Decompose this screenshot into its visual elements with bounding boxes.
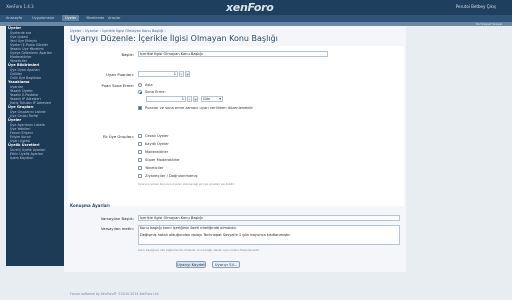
group-checkbox[interactable] <box>138 150 142 154</box>
groups-label: Ek Üye Grupları: <box>103 134 134 139</box>
nav-tabs: Anasayfa Uygulamalar Üyeler Yönetimde Ar… <box>0 15 512 22</box>
conv-text-label: Varsayılan metin: <box>100 226 134 231</box>
expiry-amount-input[interactable]: 1 <box>146 96 186 102</box>
expiry-never-radio[interactable] <box>138 83 142 87</box>
main-content: Üyeler › Uyarılar › İçerikle İlgisi Olma… <box>64 26 406 272</box>
groups-hint: Uyarının süresi boyunca üyenin ekleneceğ… <box>138 182 235 186</box>
points-label: Uyarı Puanları: <box>106 72 134 77</box>
points-decrement-button[interactable]: - <box>179 71 184 77</box>
expiry-unit-select[interactable]: Gün ▾ <box>201 96 223 102</box>
page-title-name: İçerikle İlgisi Olmayan Konu Başlığı <box>138 34 278 43</box>
sidebar-item[interactable]: İşlem Kayıtları <box>6 156 64 160</box>
expiry-increment-button[interactable]: + <box>193 96 198 102</box>
expiry-after-radio[interactable] <box>138 90 142 94</box>
expiry-label: Puan Sona Erme: <box>101 83 134 88</box>
conv-title-label: Varsayılan Başlık: <box>100 216 134 221</box>
conv-text-line-1: Konu başlığı konu içeriğinin özeti nitel… <box>140 226 237 230</box>
conv-text-textarea[interactable]: Konu başlığı konu içeriğinin özeti nitel… <box>138 225 400 245</box>
delete-button[interactable]: Uyarıyı Sil... <box>212 261 240 268</box>
points-input[interactable]: 1 <box>138 71 178 77</box>
xenforo-logo: xenForo <box>226 1 274 14</box>
conv-text-line-2: Değişmiş hatalı olduğundan dolayı Techno… <box>140 233 291 237</box>
page-title: Uyarıyı Düzenle: İçerikle İlgisi Olmayan… <box>70 34 278 43</box>
title-label: Başlık: <box>121 52 135 57</box>
site-name[interactable]: Technopat Sosyal <box>476 22 502 26</box>
tab-applications[interactable]: Uygulamalar <box>32 16 54 20</box>
group-checkbox-label: Yöneticiler <box>145 166 164 170</box>
expiry-edit-label: Puanlar ve sona erme zamanı uyarı verili… <box>145 106 254 110</box>
group-checkbox-label: Ziyaretçiler / Doğrulanmamış <box>145 174 198 178</box>
chevron-down-icon: ▾ <box>219 97 221 101</box>
footer-copyright: Forum software by XenForo® ©2010-2014 Xe… <box>70 292 160 296</box>
sidebar: Üyeler Üyelerde ara Üye Listesi Yeni Üye Ek… <box>6 26 64 266</box>
expiry-unit-value: Gün <box>203 97 211 101</box>
user-links[interactable]: Perutoi Betbey Çıkış <box>456 4 496 9</box>
title-input[interactable]: İçerikle İlgisi Olmayan Konu Başlığı <box>138 51 328 57</box>
conv-text-hint: Konu başlığının özü bağlamında olmalıdır… <box>138 248 260 252</box>
group-checkbox-label: Süper Moderatörler <box>145 158 180 162</box>
tab-tools[interactable]: Araçlar <box>108 16 120 20</box>
page-title-prefix: Uyarıyı Düzenle: <box>70 34 136 43</box>
group-checkbox-label: Cezalı Üyeler <box>145 134 169 138</box>
tab-management[interactable]: Yönetimde <box>86 16 104 20</box>
conv-title-input[interactable]: İçerikle İlgisi Olmayan Konu Başlığı <box>138 215 400 221</box>
breadcrumb[interactable]: Üyeler › Uyarılar › İçerikle İlgisi Olma… <box>70 29 166 33</box>
expiry-decrement-button[interactable]: - <box>187 96 192 102</box>
form-panel: Başlık: İçerikle İlgisi Olmayan Konu Baş… <box>68 46 404 206</box>
group-checkbox[interactable] <box>138 166 142 170</box>
tab-home[interactable]: Anasayfa <box>6 16 22 20</box>
group-checkbox[interactable] <box>138 134 142 138</box>
version-label: XenForo 1.4.3 <box>6 4 34 9</box>
group-checkbox-label: Moderatörler <box>145 150 169 154</box>
group-checkbox[interactable] <box>138 158 142 162</box>
points-increment-button[interactable]: + <box>185 71 190 77</box>
expiry-never-label: Asla <box>145 83 153 87</box>
group-checkbox[interactable] <box>138 142 142 146</box>
group-checkbox[interactable] <box>138 174 142 178</box>
tab-members[interactable]: Üyeler <box>62 15 80 21</box>
expiry-after-label: Sona Erme: <box>145 90 166 94</box>
conversation-section-title: Konuşma Ayarları <box>70 203 110 208</box>
save-button[interactable]: Uyarıyı Kaydet <box>176 261 206 268</box>
top-header: XenForo 1.4.3 xenForo Perutoi Betbey Çık… <box>0 0 512 15</box>
expiry-edit-checkbox[interactable] <box>138 106 142 110</box>
group-checkbox-label: Kayıtlı Üyeler <box>145 142 169 146</box>
